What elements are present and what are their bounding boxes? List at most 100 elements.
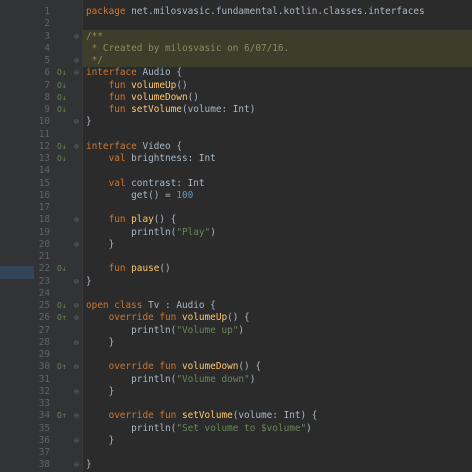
implemented-icon[interactable]: O↓ [57,153,67,165]
code-line[interactable]: 37 [0,447,472,459]
code-text[interactable]: */ [86,55,103,67]
code-line[interactable]: 18 ⊖ fun play() { [0,214,472,226]
code-text[interactable]: override fun volumeUp() { [86,312,250,324]
fold-toggle-icon[interactable]: ⊖ [74,361,79,373]
code-text[interactable]: fun volumeUp() [86,80,188,92]
fold-toggle-icon[interactable]: ⊖ [74,141,79,153]
code-text[interactable]: println("Volume up") [86,325,244,337]
code-line[interactable]: 15 val contrast: Int [0,178,472,190]
code-line[interactable]: 2 [0,18,472,30]
code-text[interactable]: open class Tv : Audio { [86,300,216,312]
code-text[interactable]: } [86,459,92,471]
code-line[interactable]: 20 ⊖ } [0,239,472,251]
code-text[interactable]: fun volumeDown() [86,92,199,104]
implemented-icon[interactable]: O↓ [57,300,67,312]
line-number: 21 [38,251,50,262]
implemented-icon[interactable]: O↓ [57,80,67,92]
code-text[interactable]: } [86,386,115,398]
code-line[interactable]: 8 O↓ fun volumeDown() [0,92,472,104]
code-line[interactable]: 38 ⊖} [0,459,472,471]
implemented-icon[interactable]: O↓ [57,67,67,79]
code-token: () { [153,214,177,226]
code-line[interactable]: 31 println("Volume down") [0,374,472,386]
overrides-icon[interactable]: O↑ [57,410,67,422]
code-line[interactable]: 24 [0,288,472,300]
code-text[interactable]: interface Audio { [86,67,182,79]
code-line[interactable]: 28 ⊖ } [0,337,472,349]
code-line[interactable]: 5 ⊖ */ [0,55,472,67]
code-text[interactable]: package net.milosvasic.fundamental.kotli… [86,6,425,18]
implemented-icon[interactable]: O↓ [57,263,67,275]
code-line[interactable]: 36 ⊖ } [0,435,472,447]
code-line[interactable]: 17 [0,202,472,214]
code-text[interactable]: override fun setVolume(volume: Int) { [86,410,318,422]
code-token: fun [86,214,132,226]
code-text[interactable]: } [86,276,92,288]
fold-toggle-icon[interactable]: ⊖ [74,276,79,288]
code-line[interactable]: 26 O↑ ⊖ override fun volumeUp() { [0,312,472,324]
implemented-icon[interactable]: O↓ [57,104,67,116]
fold-toggle-icon[interactable]: ⊖ [74,312,79,324]
fold-toggle-icon[interactable]: ⊖ [74,386,79,398]
code-line[interactable]: 27 println("Volume up") [0,325,472,337]
code-editor[interactable]: 1 package net.milosvasic.fundamental.kotl… [0,0,472,472]
overrides-icon[interactable]: O↑ [57,361,67,373]
code-text[interactable]: } [86,116,92,128]
code-text[interactable]: * Created by milosvasic on 6/07/16. [86,43,290,55]
code-line[interactable]: 9 O↓ fun setVolume(volume: Int) [0,104,472,116]
code-line[interactable]: 1 package net.milosvasic.fundamental.kotl… [0,6,472,18]
code-text[interactable]: fun pause() [86,263,171,275]
fold-toggle-icon[interactable]: ⊖ [74,67,79,79]
code-line[interactable]: 14 [0,165,472,177]
code-line[interactable]: 16 get() = 100 [0,190,472,202]
code-text[interactable]: } [86,435,115,447]
code-token: ) [238,324,245,336]
implemented-icon[interactable]: O↓ [57,92,67,104]
fold-toggle-icon[interactable]: ⊖ [74,300,79,312]
code-text[interactable]: val brightness: Int [86,153,216,165]
fold-toggle-icon[interactable]: ⊖ [74,31,79,43]
code-line[interactable]: 4 * Created by milosvasic on 6/07/16. [0,43,472,55]
code-line[interactable]: 25 O↓ ⊖ open class Tv : Audio { [0,300,472,312]
code-line[interactable]: 35 println("Set volume to $volume") [0,423,472,435]
code-text[interactable]: fun setVolume(volume: Int) [86,104,256,116]
code-line[interactable]: 3 ⊖ /** [0,31,472,43]
fold-toggle-icon[interactable]: ⊖ [74,116,79,128]
code-text[interactable]: /** [86,31,103,43]
code-line[interactable]: 23 ⊖} [0,276,472,288]
overrides-icon[interactable]: O↑ [57,312,67,324]
code-text[interactable]: println("Play") [86,227,216,239]
fold-toggle-icon[interactable]: ⊖ [74,459,79,471]
code-text[interactable]: get() = 100 [86,190,193,202]
code-text[interactable]: fun play() { [86,214,177,226]
fold-toggle-icon[interactable]: ⊖ [74,214,79,226]
code-line[interactable]: 33 [0,398,472,410]
code-token: interface [86,140,143,152]
code-text[interactable]: println("Set volume to $volume") [86,423,312,435]
code-text[interactable]: interface Video { [86,141,182,153]
implemented-icon[interactable]: O↓ [57,141,67,153]
code-line[interactable]: 6 O↓ ⊖ interface Audio { [0,67,472,79]
fold-toggle-icon[interactable]: ⊖ [74,410,79,422]
code-line[interactable]: 21 [0,251,472,263]
code-line[interactable]: 32 ⊖ } [0,386,472,398]
code-line[interactable]: 29 [0,349,472,361]
code-line[interactable]: 11 [0,129,472,141]
code-line[interactable]: 13 O↓ val brightness: Int [0,153,472,165]
code-text[interactable]: println("Volume down") [86,374,255,386]
fold-toggle-icon[interactable]: ⊖ [74,55,79,67]
code-text[interactable]: override fun volumeDown() { [86,361,261,373]
code-line[interactable]: 19 println("Play") [0,227,472,239]
fold-toggle-icon[interactable]: ⊖ [74,435,79,447]
fold-toggle-icon[interactable]: ⊖ [74,337,79,349]
code-line[interactable]: 10 ⊖} [0,116,472,128]
code-line[interactable]: 30 O↑ ⊖ override fun volumeDown() { [0,361,472,373]
code-line[interactable]: 22 O↓ fun pause() [0,263,472,275]
code-text[interactable]: } [86,239,115,251]
code-line[interactable]: 7 O↓ fun volumeUp() [0,80,472,92]
code-text[interactable]: val contrast: Int [86,178,205,190]
code-line[interactable]: 34 O↑ ⊖ override fun setVolume(volume: Int… [0,410,472,422]
code-text[interactable]: } [86,337,115,349]
code-line[interactable]: 12 O↓ ⊖ interface Video { [0,141,472,153]
fold-toggle-icon[interactable]: ⊖ [74,239,79,251]
